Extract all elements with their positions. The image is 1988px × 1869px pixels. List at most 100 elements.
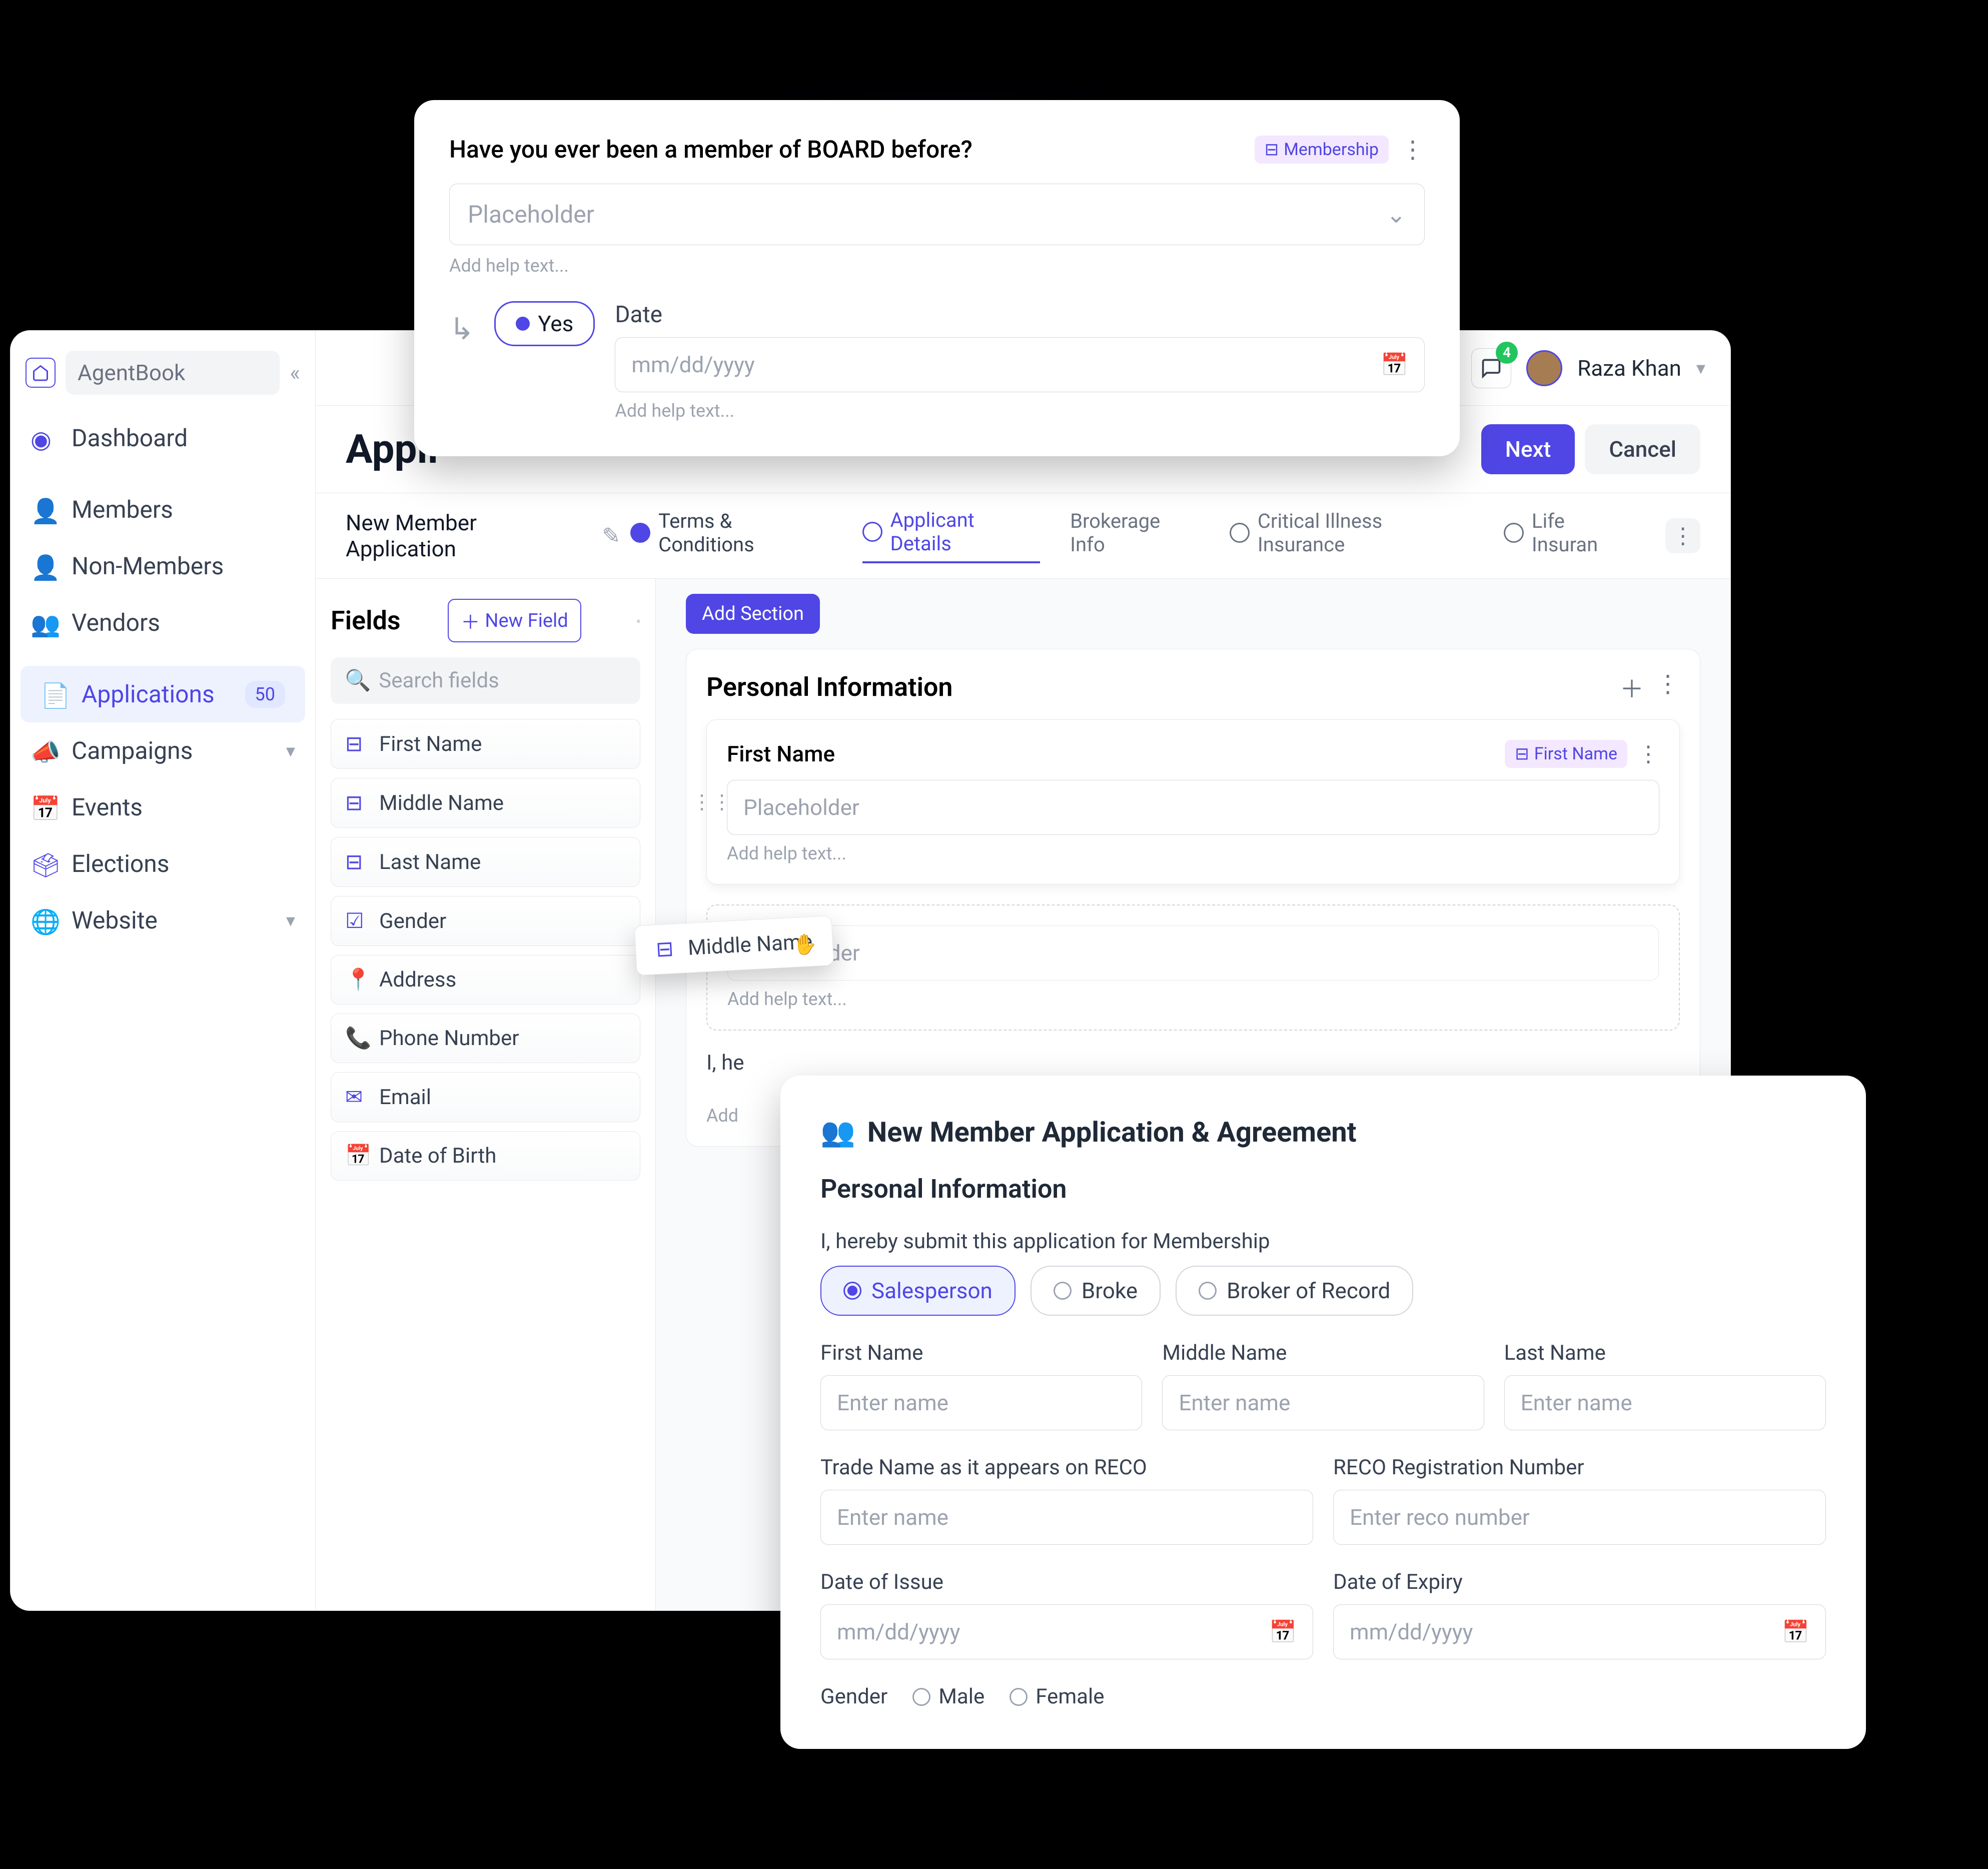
chevron-down-icon[interactable]: ▾ (1696, 358, 1705, 379)
field-dob[interactable]: 📅Date of Birth (331, 1131, 640, 1181)
drag-handle-icon[interactable]: ⋮⋮ (692, 790, 732, 814)
calendar-icon: 📅 (1782, 1619, 1809, 1645)
nav-elections[interactable]: 🗳Elections (11, 835, 315, 892)
applications-count-badge: 50 (245, 681, 285, 708)
tabs-more-button[interactable]: ⋮ (1665, 518, 1700, 553)
circle-icon (1230, 523, 1250, 543)
trade-name-input[interactable] (820, 1490, 1313, 1545)
nav-label: Campaigns (72, 736, 193, 765)
check-circle-icon (630, 523, 650, 543)
next-button[interactable]: Next (1481, 424, 1575, 474)
date-issue-input[interactable]: mm/dd/yyyy📅 (820, 1604, 1313, 1659)
field-type-tag: ⊟ First Name (1505, 740, 1627, 768)
tab-brokerage[interactable]: Brokerage Info (1070, 509, 1200, 562)
tab-illness[interactable]: Critical Illness Insurance (1230, 509, 1474, 562)
nav-label: Events (72, 793, 143, 821)
nav-events[interactable]: 📅Events (11, 779, 315, 835)
drop-zone[interactable]: Add help text... (706, 904, 1680, 1031)
field-label: Phone Number (379, 1026, 519, 1051)
radio-icon (1199, 1282, 1217, 1300)
ballot-icon: 🗳 (31, 851, 57, 877)
date-expiry-input[interactable]: mm/dd/yyyy 📅 (1333, 1604, 1826, 1659)
help-text: Add help text... (727, 989, 1659, 1010)
globe-icon: 🌐 (31, 907, 57, 933)
field-middle-name[interactable]: ⊟Middle Name (331, 778, 640, 828)
select-placeholder: Placeholder (468, 200, 594, 229)
nav-label: Applications (82, 680, 215, 708)
question-config-popup: Have you ever been a member of BOARD bef… (414, 100, 1460, 456)
gender-label: Gender (820, 1684, 887, 1709)
nav-label: Dashboard (72, 424, 188, 452)
date-placeholder: mm/dd/yyyy (1350, 1619, 1473, 1645)
middle-name-input[interactable] (1162, 1375, 1484, 1430)
kebab-icon[interactable]: ⋮ (1401, 135, 1425, 164)
megaphone-icon: 📣 (31, 738, 57, 764)
edit-icon[interactable]: ✎ (602, 523, 620, 549)
gender-male[interactable]: Male (912, 1684, 984, 1709)
nav-nonmembers[interactable]: 👤Non-Members (11, 538, 315, 594)
file-user-icon: 📄 (41, 681, 67, 707)
user-icon: 👤 (31, 497, 57, 523)
date-expiry-label: Date of Expiry (1333, 1570, 1826, 1594)
app-logo (26, 358, 56, 388)
user-avatar[interactable] (1526, 350, 1562, 386)
field-first-name[interactable]: ⊟First Name (331, 719, 640, 769)
date-issue-label: Date of Issue (820, 1570, 1313, 1594)
calendar-icon: 📅 (345, 1144, 367, 1168)
kebab-icon[interactable]: ⋮ (1656, 669, 1680, 704)
messages-button[interactable]: 4 (1471, 348, 1511, 388)
cancel-button[interactable]: Cancel (1585, 424, 1700, 474)
first-name-input[interactable] (820, 1375, 1142, 1430)
field-last-name[interactable]: ⊟Last Name (331, 837, 640, 887)
help-text[interactable]: Add help text... (615, 400, 1425, 421)
tab-life[interactable]: Life Insuran (1504, 509, 1635, 562)
condition-yes-pill[interactable]: Yes (494, 301, 595, 346)
field-address[interactable]: 📍Address (331, 955, 640, 1005)
radio-icon (1054, 1282, 1072, 1300)
brand-name: AgentBook (66, 351, 280, 395)
nav-applications[interactable]: 📄 Applications 50 (21, 666, 305, 722)
role-broker-record[interactable]: Broker of Record (1176, 1266, 1413, 1316)
form-section-title: Personal Information (820, 1174, 1826, 1204)
user-name: Raza Khan (1577, 355, 1681, 381)
field-phone[interactable]: 📞Phone Number (331, 1014, 640, 1063)
help-text[interactable]: Add help text... (727, 843, 1659, 864)
tab-terms[interactable]: Terms & Conditions (630, 509, 832, 562)
new-field-button[interactable]: ＋New Field (448, 599, 581, 642)
ghost-input[interactable] (727, 925, 1659, 981)
role-broke[interactable]: Broke (1031, 1266, 1161, 1316)
form-icon: 👥 (820, 1116, 855, 1149)
role-salesperson[interactable]: Salesperson (820, 1266, 1016, 1316)
answer-select[interactable]: Placeholder ⌄ (449, 184, 1425, 245)
date-placeholder: mm/dd/yyyy (631, 352, 754, 378)
nav-vendors[interactable]: 👥Vendors (11, 594, 315, 651)
sidebar-collapse-icon[interactable]: « (290, 360, 300, 386)
field-gender[interactable]: ☑Gender (331, 896, 640, 946)
radio-icon (1010, 1688, 1028, 1706)
first-name-label: First Name (820, 1341, 1142, 1365)
gauge-icon: ◉ (31, 425, 57, 451)
field-email[interactable]: ✉Email (331, 1072, 640, 1122)
nav-website[interactable]: 🌐Website▾ (11, 892, 315, 949)
tab-applicant[interactable]: Applicant Details (862, 508, 1040, 563)
nav-campaigns[interactable]: 📣Campaigns▾ (11, 722, 315, 779)
kebab-icon[interactable]: ⋮ (1637, 741, 1659, 767)
search-fields-input[interactable]: 🔍Search fields (331, 657, 640, 704)
form-field-card[interactable]: ⋮⋮ First Name ⊟ First Name ⋮ Add help te… (706, 719, 1680, 884)
last-name-input[interactable] (1504, 1375, 1826, 1430)
date-input[interactable]: mm/dd/yyyy 📅 (615, 337, 1425, 392)
field-input[interactable] (727, 780, 1659, 835)
field-label: First Name (727, 741, 835, 767)
reco-num-input[interactable] (1333, 1490, 1826, 1545)
dragging-field-chip: ⊟ Middle Name ✋ (634, 915, 834, 976)
add-section-button[interactable]: Add Section (686, 594, 820, 634)
nav-members[interactable]: 👤Members (11, 481, 315, 538)
nav-dashboard[interactable]: ◉ Dashboard (11, 410, 315, 466)
gender-female[interactable]: Female (1010, 1684, 1104, 1709)
panel-collapse-icon[interactable]: « (636, 616, 640, 625)
plus-icon[interactable]: ＋ (1620, 669, 1644, 704)
help-text[interactable]: Add help text... (449, 255, 1425, 276)
question-tag: ⊟ Membership (1255, 136, 1389, 164)
radio-label: Broke (1082, 1278, 1138, 1304)
user-minus-icon: 👤 (31, 553, 57, 579)
